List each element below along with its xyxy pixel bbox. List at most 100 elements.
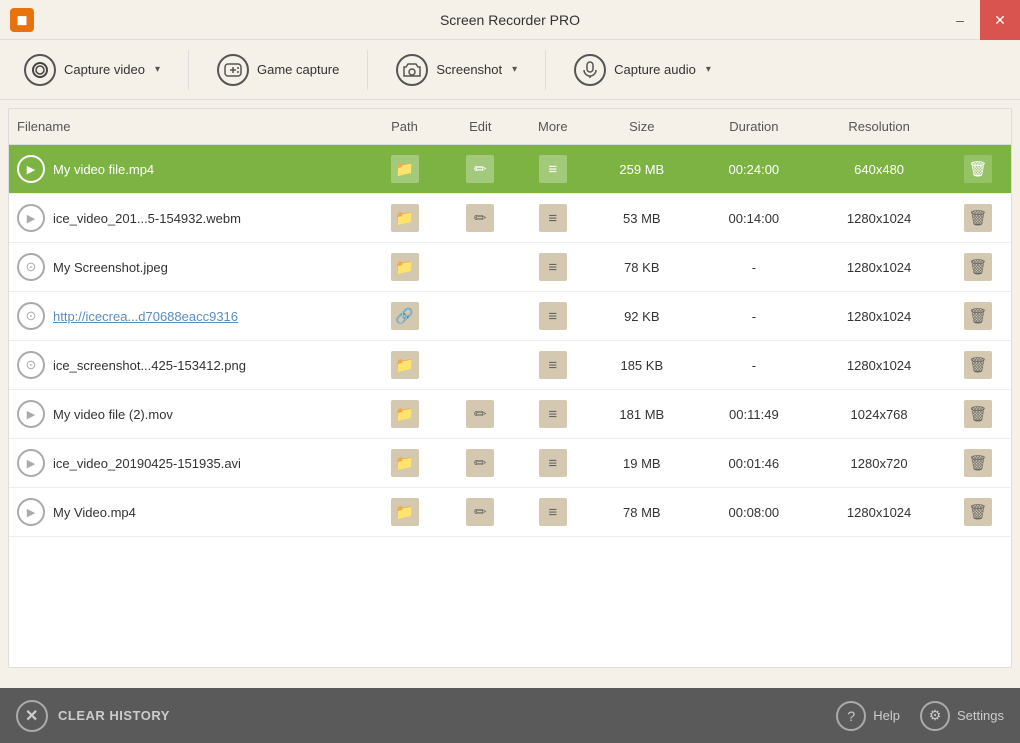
edit-icon[interactable]: ✏ bbox=[466, 155, 494, 183]
delete-icon[interactable]: 🗑 bbox=[964, 449, 992, 477]
play-icon[interactable]: ▶ bbox=[17, 400, 45, 428]
folder-icon[interactable]: 📁 bbox=[391, 351, 419, 379]
row-delete[interactable]: 🗑 bbox=[945, 194, 1011, 243]
more-icon[interactable]: ≡ bbox=[539, 351, 567, 379]
minimize-button[interactable]: – bbox=[940, 0, 980, 40]
more-icon[interactable]: ≡ bbox=[539, 498, 567, 526]
row-more[interactable]: ≡ bbox=[517, 488, 590, 537]
row-filename-group: ⊙ice_screenshot...425-153412.png bbox=[9, 341, 279, 389]
close-button[interactable]: ✕ bbox=[980, 0, 1020, 40]
delete-icon[interactable]: 🗑 bbox=[964, 400, 992, 428]
row-edit[interactable]: ✏ bbox=[444, 439, 517, 488]
row-edit[interactable] bbox=[444, 243, 517, 292]
table-row[interactable]: ▶ice_video_20190425-151935.avi📁✏≡19 MB00… bbox=[9, 439, 1011, 488]
filename-link[interactable]: http://icecrea...d70688eacc9316 bbox=[53, 309, 238, 324]
edit-icon[interactable]: ✏ bbox=[466, 449, 494, 477]
play-icon[interactable]: ▶ bbox=[17, 155, 45, 183]
row-path[interactable]: 📁 bbox=[365, 439, 444, 488]
more-icon[interactable]: ≡ bbox=[539, 449, 567, 477]
table-row[interactable]: ▶ice_video_201...5-154932.webm📁✏≡53 MB00… bbox=[9, 194, 1011, 243]
row-delete[interactable]: 🗑 bbox=[945, 243, 1011, 292]
row-more[interactable]: ≡ bbox=[517, 292, 590, 341]
table-row[interactable]: ▶My video file (2).mov📁✏≡181 MB00:11:491… bbox=[9, 390, 1011, 439]
row-more[interactable]: ≡ bbox=[517, 145, 590, 194]
table-row[interactable]: ⊙http://icecrea...d70688eacc9316🔗≡92 KB-… bbox=[9, 292, 1011, 341]
capture-audio-button[interactable]: Capture audio ▾ bbox=[560, 46, 725, 94]
row-path[interactable]: 📁 bbox=[365, 243, 444, 292]
row-edit[interactable] bbox=[444, 292, 517, 341]
delete-icon[interactable]: 🗑 bbox=[964, 253, 992, 281]
more-icon[interactable]: ≡ bbox=[539, 155, 567, 183]
row-more[interactable]: ≡ bbox=[517, 341, 590, 390]
settings-button[interactable]: ⚙ Settings bbox=[920, 701, 1004, 731]
table-row[interactable]: ⊙My Screenshot.jpeg📁≡78 KB-1280x1024🗑 bbox=[9, 243, 1011, 292]
play-icon[interactable]: ▶ bbox=[17, 498, 45, 526]
screenshot-chevron: ▾ bbox=[512, 64, 517, 75]
row-resolution: 1024x768 bbox=[813, 390, 945, 439]
row-path[interactable]: 📁 bbox=[365, 390, 444, 439]
delete-icon[interactable]: 🗑 bbox=[964, 351, 992, 379]
game-capture-label: Game capture bbox=[257, 62, 339, 77]
delete-icon[interactable]: 🗑 bbox=[964, 302, 992, 330]
delete-icon[interactable]: 🗑 bbox=[964, 155, 992, 183]
row-edit[interactable]: ✏ bbox=[444, 488, 517, 537]
edit-icon[interactable]: ✏ bbox=[466, 498, 494, 526]
table-row[interactable]: ⊙ice_screenshot...425-153412.png📁≡185 KB… bbox=[9, 341, 1011, 390]
table-row[interactable]: ▶My Video.mp4📁✏≡78 MB00:08:001280x1024🗑 bbox=[9, 488, 1011, 537]
row-more[interactable]: ≡ bbox=[517, 439, 590, 488]
play-icon[interactable]: ▶ bbox=[17, 204, 45, 232]
game-capture-button[interactable]: Game capture bbox=[203, 46, 353, 94]
row-delete[interactable]: 🗑 bbox=[945, 488, 1011, 537]
row-path[interactable]: 📁 bbox=[365, 488, 444, 537]
capture-audio-icon bbox=[574, 54, 606, 86]
row-size: 92 KB bbox=[589, 292, 694, 341]
camera-icon: ⊙ bbox=[17, 302, 45, 330]
row-filename-group: ⊙My Screenshot.jpeg bbox=[9, 243, 279, 291]
folder-icon[interactable]: 📁 bbox=[391, 155, 419, 183]
row-more[interactable]: ≡ bbox=[517, 390, 590, 439]
clear-history-button[interactable]: ✕ CLEAR HISTORY bbox=[16, 700, 170, 732]
row-delete[interactable]: 🗑 bbox=[945, 292, 1011, 341]
capture-audio-label: Capture audio bbox=[614, 62, 696, 77]
folder-icon[interactable]: 📁 bbox=[391, 449, 419, 477]
help-button[interactable]: ? Help bbox=[836, 701, 900, 731]
row-duration: 00:24:00 bbox=[695, 145, 814, 194]
row-delete[interactable]: 🗑 bbox=[945, 145, 1011, 194]
app-logo: ◼ bbox=[10, 8, 34, 32]
more-icon[interactable]: ≡ bbox=[539, 302, 567, 330]
col-header-filename: Filename bbox=[9, 109, 365, 145]
toolbar-sep-3 bbox=[545, 50, 546, 90]
folder-icon[interactable]: 📁 bbox=[391, 498, 419, 526]
row-delete[interactable]: 🗑 bbox=[945, 439, 1011, 488]
row-edit[interactable] bbox=[444, 341, 517, 390]
edit-icon[interactable]: ✏ bbox=[466, 204, 494, 232]
row-more[interactable]: ≡ bbox=[517, 194, 590, 243]
link-icon[interactable]: 🔗 bbox=[391, 302, 419, 330]
row-path[interactable]: 🔗 bbox=[365, 292, 444, 341]
row-edit[interactable]: ✏ bbox=[444, 194, 517, 243]
delete-icon[interactable]: 🗑 bbox=[964, 204, 992, 232]
delete-icon[interactable]: 🗑 bbox=[964, 498, 992, 526]
row-filename-group: ▶ice_video_201...5-154932.webm bbox=[9, 194, 279, 242]
row-path[interactable]: 📁 bbox=[365, 341, 444, 390]
more-icon[interactable]: ≡ bbox=[539, 204, 567, 232]
screenshot-button[interactable]: Screenshot ▾ bbox=[382, 46, 531, 94]
more-icon[interactable]: ≡ bbox=[539, 253, 567, 281]
row-edit[interactable]: ✏ bbox=[444, 145, 517, 194]
row-delete[interactable]: 🗑 bbox=[945, 390, 1011, 439]
edit-icon[interactable]: ✏ bbox=[466, 400, 494, 428]
more-icon[interactable]: ≡ bbox=[539, 400, 567, 428]
row-edit[interactable]: ✏ bbox=[444, 390, 517, 439]
play-icon[interactable]: ▶ bbox=[17, 449, 45, 477]
capture-video-button[interactable]: Capture video ▾ bbox=[10, 46, 174, 94]
folder-icon[interactable]: 📁 bbox=[391, 253, 419, 281]
row-path[interactable]: 📁 bbox=[365, 194, 444, 243]
folder-icon[interactable]: 📁 bbox=[391, 400, 419, 428]
table-row[interactable]: ▶My video file.mp4📁✏≡259 MB00:24:00640x4… bbox=[9, 145, 1011, 194]
col-header-path: Path bbox=[365, 109, 444, 145]
row-delete[interactable]: 🗑 bbox=[945, 341, 1011, 390]
row-more[interactable]: ≡ bbox=[517, 243, 590, 292]
folder-icon[interactable]: 📁 bbox=[391, 204, 419, 232]
file-table-container[interactable]: Filename Path Edit More Size Duration Re… bbox=[9, 109, 1011, 667]
row-path[interactable]: 📁 bbox=[365, 145, 444, 194]
